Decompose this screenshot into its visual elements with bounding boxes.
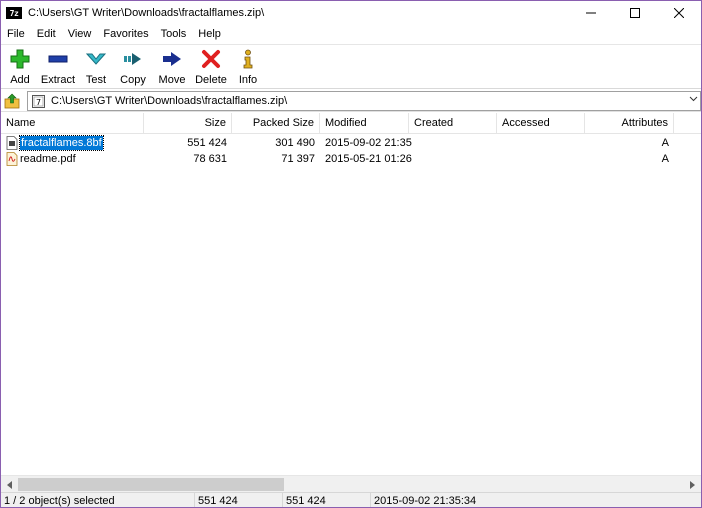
scroll-right-icon[interactable] bbox=[684, 476, 701, 493]
move-arrow-icon bbox=[162, 49, 182, 69]
modified-cell: 2015-05-21 01:26 bbox=[325, 153, 412, 165]
column-header-modified[interactable]: Modified bbox=[320, 113, 409, 134]
name-cell: readme.pdf bbox=[1, 151, 144, 167]
extract-button[interactable]: Extract bbox=[38, 45, 78, 89]
file-name: fractalflames.8bf bbox=[19, 135, 104, 151]
status-selection: 1 / 2 object(s) selected bbox=[1, 493, 195, 507]
copy-arrow-icon bbox=[123, 49, 143, 69]
address-field[interactable]: 7 C:\Users\GT Writer\Downloads\fractalfl… bbox=[27, 91, 701, 111]
accessed-cell bbox=[497, 151, 585, 167]
column-header-created[interactable]: Created bbox=[409, 113, 497, 134]
maximize-button[interactable] bbox=[613, 1, 657, 25]
menu-edit[interactable]: Edit bbox=[31, 25, 62, 44]
move-button[interactable]: Move bbox=[153, 45, 191, 89]
minus-icon bbox=[48, 49, 68, 69]
test-button[interactable]: Test bbox=[79, 45, 113, 89]
status-packed-size: 551 424 bbox=[283, 493, 371, 507]
column-header-name[interactable]: Name bbox=[1, 113, 144, 134]
table-row[interactable]: fractalflames.8bf 551 424 301 490 2015-0… bbox=[1, 135, 701, 151]
pdf-file-icon bbox=[6, 152, 18, 166]
parent-folder-button[interactable] bbox=[1, 90, 23, 112]
move-label: Move bbox=[158, 74, 186, 86]
created-cell bbox=[409, 151, 497, 167]
status-bar: 1 / 2 object(s) selected 551 424 551 424… bbox=[1, 492, 701, 507]
copy-label: Copy bbox=[120, 74, 146, 86]
toolbar: Add Extract Test Copy Move Delete Info bbox=[1, 44, 701, 89]
name-cell: fractalflames.8bf bbox=[1, 135, 144, 151]
test-label: Test bbox=[85, 74, 107, 86]
packed-size-cell: 301 490 bbox=[275, 137, 315, 149]
menu-view[interactable]: View bbox=[62, 25, 98, 44]
close-button[interactable] bbox=[657, 1, 701, 25]
copy-button[interactable]: Copy bbox=[114, 45, 152, 89]
folder-up-icon bbox=[4, 93, 20, 108]
status-size: 551 424 bbox=[195, 493, 283, 507]
plus-icon bbox=[10, 49, 30, 69]
app-7zip-icon: 7z bbox=[6, 7, 22, 19]
file-name: readme.pdf bbox=[20, 153, 76, 165]
column-header-attributes[interactable]: Attributes bbox=[585, 113, 674, 134]
menu-help[interactable]: Help bbox=[192, 25, 227, 44]
scrollbar-thumb[interactable] bbox=[18, 478, 284, 491]
column-header-accessed[interactable]: Accessed bbox=[497, 113, 585, 134]
info-icon bbox=[238, 49, 258, 69]
status-modified: 2015-09-02 21:35:34 bbox=[374, 495, 477, 507]
list-header: Name Size Packed Size Modified Created A… bbox=[1, 113, 701, 134]
menu-favorites[interactable]: Favorites bbox=[97, 25, 154, 44]
info-button[interactable]: Info bbox=[231, 45, 265, 89]
attributes-cell: A bbox=[661, 153, 669, 165]
delete-button[interactable]: Delete bbox=[192, 45, 230, 89]
column-header-packed-size[interactable]: Packed Size bbox=[232, 113, 320, 134]
file-icon bbox=[6, 136, 18, 150]
delete-x-icon bbox=[201, 49, 221, 69]
horizontal-scrollbar[interactable] bbox=[1, 475, 701, 492]
packed-size-cell: 71 397 bbox=[281, 153, 315, 165]
window-title: C:\Users\GT Writer\Downloads\fractalflam… bbox=[28, 7, 265, 19]
column-header-size[interactable]: Size bbox=[144, 113, 232, 134]
file-list: Name Size Packed Size Modified Created A… bbox=[1, 113, 701, 475]
size-cell: 551 424 bbox=[187, 137, 227, 149]
add-button[interactable]: Add bbox=[3, 45, 37, 89]
size-cell: 78 631 bbox=[193, 153, 227, 165]
title-bar[interactable]: 7z C:\Users\GT Writer\Downloads\fractalf… bbox=[1, 1, 701, 25]
accessed-cell bbox=[497, 135, 585, 151]
delete-label: Delete bbox=[195, 74, 227, 86]
app-window: 7z C:\Users\GT Writer\Downloads\fractalf… bbox=[0, 0, 702, 508]
extract-label: Extract bbox=[40, 74, 76, 86]
menu-bar: File Edit View Favorites Tools Help bbox=[1, 25, 701, 44]
created-cell bbox=[409, 135, 497, 151]
svg-text:7: 7 bbox=[36, 98, 41, 107]
menu-tools[interactable]: Tools bbox=[155, 25, 193, 44]
address-path: C:\Users\GT Writer\Downloads\fractalflam… bbox=[51, 95, 288, 107]
modified-cell: 2015-09-02 21:35 bbox=[325, 137, 412, 149]
attributes-cell: A bbox=[661, 137, 669, 149]
scroll-left-icon[interactable] bbox=[1, 476, 18, 493]
address-bar: 7 C:\Users\GT Writer\Downloads\fractalfl… bbox=[1, 90, 701, 112]
check-icon bbox=[86, 49, 106, 69]
archive-icon: 7 bbox=[32, 94, 45, 108]
info-label: Info bbox=[238, 74, 258, 86]
address-dropdown-icon[interactable] bbox=[689, 94, 698, 106]
menu-file[interactable]: File bbox=[1, 25, 31, 44]
add-label: Add bbox=[10, 74, 30, 86]
minimize-button[interactable] bbox=[569, 1, 613, 25]
table-row[interactable]: readme.pdf 78 631 71 397 2015-05-21 01:2… bbox=[1, 151, 701, 167]
